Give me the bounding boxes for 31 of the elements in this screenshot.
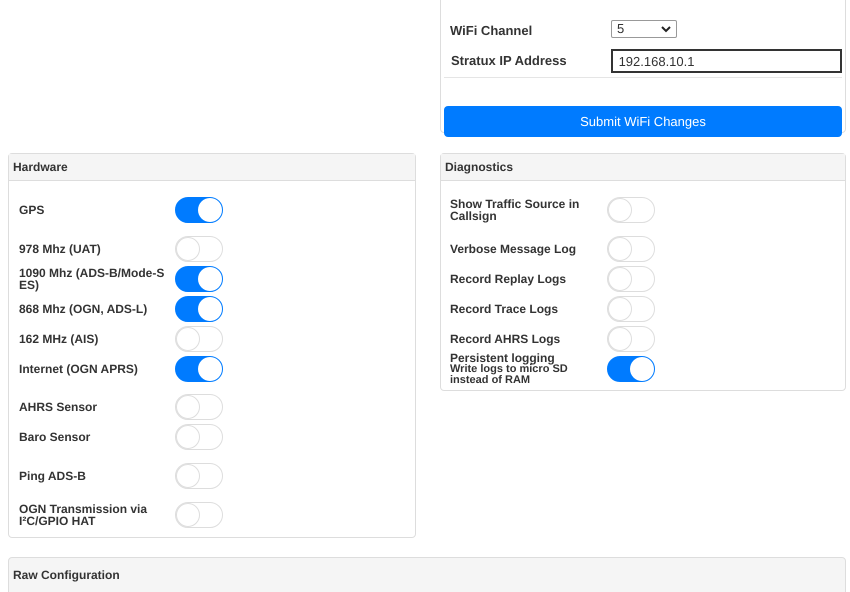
setting-label: Record Replay Logs [450,273,568,285]
setting-label: OGN Transmission via I²C/GPIO HAT [19,503,148,527]
submit-button[interactable]: Submit WiFi Changes [444,106,842,137]
setting-label: 978 Mhz (UAT) [19,243,102,255]
channel-select[interactable]: 5 [611,20,677,38]
setting-label: Ping ADS-B [19,470,87,482]
toggle-switch[interactable] [175,266,223,292]
panel-title: Diagnostics [445,159,514,176]
ip-address-field[interactable]: 192.168.10.1 [610,49,842,73]
setting-label: GPS [19,204,46,216]
setting-label: Internet (OGN APRS) [19,363,139,375]
field-label: WiFi Channel [449,22,534,40]
setting-label: 162 MHz (AIS) [19,333,100,345]
setting-label: 868 Mhz (OGN, ADS-L) [19,303,148,315]
setting-label: Persistent logging [450,352,555,364]
toggle-switch[interactable] [607,356,655,382]
setting-label: Show Traffic Source in Callsign [450,198,580,222]
panel-title: Hardware [13,159,68,176]
toggle-switch[interactable] [175,197,223,223]
field-label: Stratux IP Address [450,52,568,70]
setting-label: 1090 Mhz (ADS-B/Mode-S ES) [19,267,166,291]
setting-label: Verbose Message Log [450,243,578,255]
setting-label: Record AHRS Logs [450,333,562,345]
toggle-switch[interactable] [175,296,223,322]
setting-label: Baro Sensor [19,431,92,443]
chevron-icon [661,26,671,32]
setting-label: AHRS Sensor [19,401,98,413]
toggle-switch[interactable] [175,356,223,382]
panel-title: Raw Configuration [13,568,120,582]
setting-hint: Write logs to micro SD instead of RAM [450,364,569,386]
setting-label: Record Trace Logs [450,303,560,315]
